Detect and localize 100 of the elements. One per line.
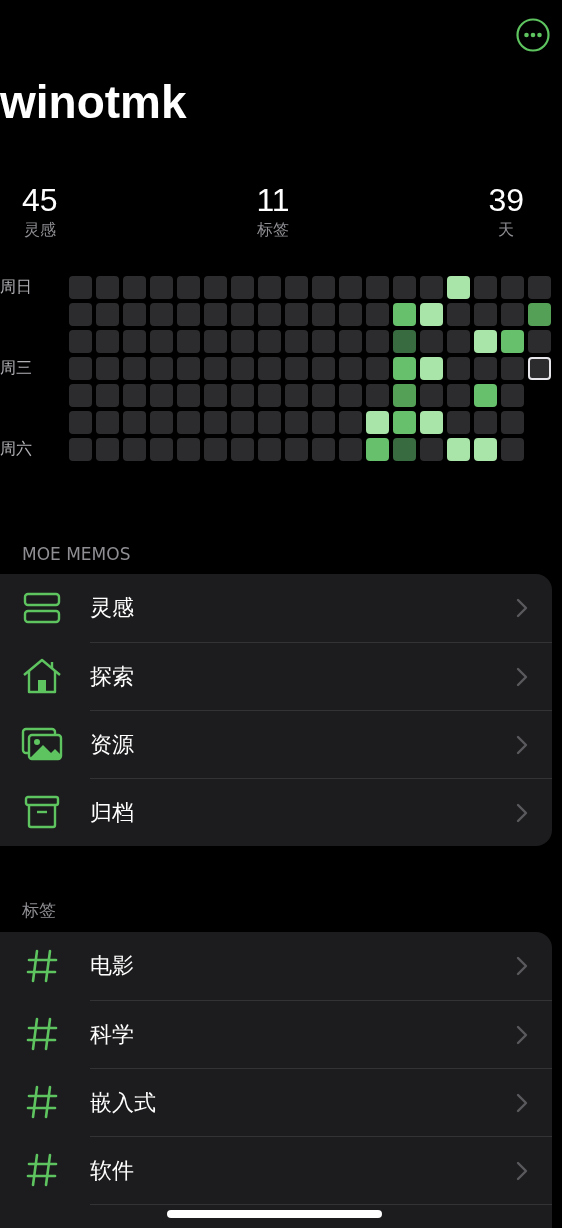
heatmap-cell[interactable] (501, 330, 524, 353)
heatmap-cell[interactable] (366, 303, 389, 326)
heatmap-cell[interactable] (69, 276, 92, 299)
heatmap-cell[interactable] (258, 438, 281, 461)
heatmap-cell[interactable] (312, 303, 335, 326)
heatmap-cell[interactable] (420, 438, 443, 461)
heatmap-cell[interactable] (204, 384, 227, 407)
heatmap-cell[interactable] (447, 438, 470, 461)
heatmap-cell[interactable] (312, 384, 335, 407)
heatmap-cell[interactable] (177, 276, 200, 299)
heatmap-cell[interactable] (366, 330, 389, 353)
heatmap-cell[interactable] (339, 411, 362, 434)
heatmap-cell[interactable] (366, 438, 389, 461)
heatmap-cell[interactable] (177, 303, 200, 326)
heatmap-cell[interactable] (312, 411, 335, 434)
heatmap-cell[interactable] (204, 411, 227, 434)
heatmap-cell[interactable] (285, 276, 308, 299)
heatmap-cell[interactable] (204, 438, 227, 461)
heatmap-cell[interactable] (150, 303, 173, 326)
heatmap-cell[interactable] (447, 411, 470, 434)
list-item[interactable]: 探索 (0, 642, 552, 710)
heatmap-cell[interactable] (339, 303, 362, 326)
heatmap-cell[interactable] (312, 276, 335, 299)
heatmap-cell[interactable] (393, 357, 416, 380)
heatmap-cell[interactable] (528, 276, 551, 299)
heatmap-cell[interactable] (96, 438, 119, 461)
heatmap-cell[interactable] (231, 384, 254, 407)
heatmap-cell[interactable] (69, 303, 92, 326)
heatmap-cell[interactable] (231, 357, 254, 380)
heatmap-cell[interactable] (393, 330, 416, 353)
heatmap-cell[interactable] (420, 411, 443, 434)
heatmap-cell[interactable] (123, 438, 146, 461)
heatmap-cell[interactable] (312, 357, 335, 380)
heatmap-cell[interactable] (96, 330, 119, 353)
heatmap-cell[interactable] (150, 384, 173, 407)
heatmap-cell[interactable] (447, 276, 470, 299)
heatmap-cell[interactable] (177, 438, 200, 461)
list-item[interactable]: 科学 (0, 1000, 552, 1068)
heatmap-cell[interactable] (123, 357, 146, 380)
more-button[interactable] (516, 18, 550, 52)
heatmap-cell[interactable] (501, 411, 524, 434)
heatmap-cell[interactable] (258, 276, 281, 299)
heatmap-cell[interactable] (474, 303, 497, 326)
heatmap-cell[interactable] (339, 357, 362, 380)
heatmap-cell[interactable] (420, 276, 443, 299)
heatmap-cell[interactable] (393, 303, 416, 326)
heatmap-cell[interactable] (96, 276, 119, 299)
heatmap-cell[interactable] (177, 330, 200, 353)
heatmap-cell[interactable] (177, 357, 200, 380)
heatmap-cell[interactable] (204, 276, 227, 299)
heatmap-cell[interactable] (258, 303, 281, 326)
heatmap-cell[interactable] (285, 303, 308, 326)
heatmap-cell[interactable] (123, 276, 146, 299)
heatmap-cell[interactable] (501, 303, 524, 326)
heatmap-cell[interactable] (231, 438, 254, 461)
heatmap-cell[interactable] (96, 357, 119, 380)
heatmap-cell[interactable] (339, 330, 362, 353)
heatmap-cell[interactable] (231, 330, 254, 353)
heatmap-cell[interactable] (258, 357, 281, 380)
heatmap-cell[interactable] (204, 357, 227, 380)
heatmap-cell[interactable] (339, 438, 362, 461)
heatmap-cell[interactable] (393, 438, 416, 461)
heatmap-cell[interactable] (258, 384, 281, 407)
heatmap-cell[interactable] (366, 357, 389, 380)
heatmap-cell[interactable] (474, 438, 497, 461)
list-item[interactable]: 资源 (0, 710, 552, 778)
heatmap-cell[interactable] (528, 330, 551, 353)
heatmap-cell[interactable] (69, 438, 92, 461)
heatmap-cell[interactable] (285, 438, 308, 461)
heatmap-cell[interactable] (150, 330, 173, 353)
heatmap-cell[interactable] (420, 357, 443, 380)
heatmap-cell[interactable] (528, 303, 551, 326)
heatmap-cell[interactable] (177, 411, 200, 434)
heatmap-cell[interactable] (96, 384, 119, 407)
heatmap-cell[interactable] (150, 438, 173, 461)
heatmap-cell[interactable] (96, 303, 119, 326)
heatmap-cell[interactable] (231, 276, 254, 299)
heatmap-cell[interactable] (501, 357, 524, 380)
heatmap-cell[interactable] (150, 357, 173, 380)
list-item[interactable]: 电影 (0, 932, 552, 1000)
heatmap-cell[interactable] (150, 411, 173, 434)
heatmap-cell[interactable] (312, 438, 335, 461)
heatmap-cell[interactable] (366, 276, 389, 299)
heatmap-cell[interactable] (177, 384, 200, 407)
list-item[interactable]: 嵌入式 (0, 1068, 552, 1136)
heatmap-cell[interactable] (285, 330, 308, 353)
heatmap-cell[interactable] (420, 330, 443, 353)
heatmap-cell[interactable] (393, 411, 416, 434)
list-item[interactable]: 归档 (0, 778, 552, 846)
heatmap-cell[interactable] (447, 357, 470, 380)
heatmap-cell[interactable] (231, 411, 254, 434)
heatmap-cell[interactable] (123, 330, 146, 353)
heatmap-cell[interactable] (69, 330, 92, 353)
heatmap-cell[interactable] (474, 384, 497, 407)
heatmap-cell[interactable] (285, 357, 308, 380)
list-item[interactable]: 灵感 (0, 574, 552, 642)
heatmap-cell[interactable] (69, 411, 92, 434)
heatmap-cell[interactable] (447, 330, 470, 353)
heatmap-cell[interactable] (123, 411, 146, 434)
heatmap-cell[interactable] (366, 411, 389, 434)
